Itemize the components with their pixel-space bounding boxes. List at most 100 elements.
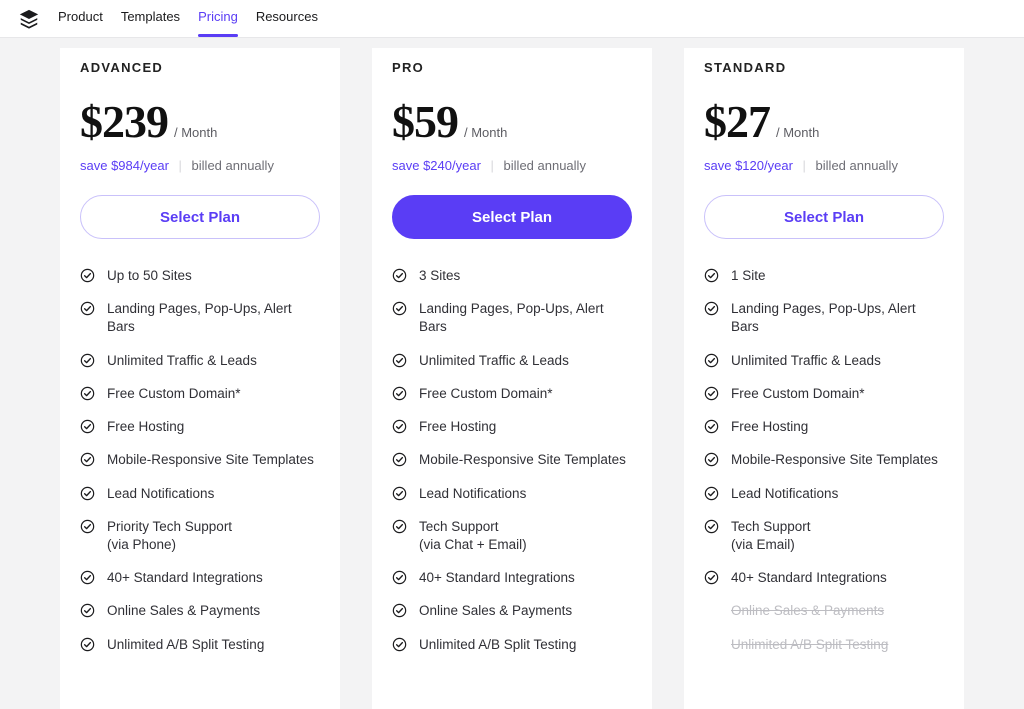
feature-item: 40+ Standard Integrations	[704, 569, 944, 587]
feature-item: Free Hosting	[80, 418, 320, 436]
feature-list: 3 Sites Landing Pages, Pop-Ups, Alert Ba…	[392, 267, 632, 654]
check-circle-icon	[392, 268, 407, 283]
feature-text: 40+ Standard Integrations	[731, 569, 887, 587]
check-circle-icon	[80, 353, 95, 368]
check-circle-icon	[80, 419, 95, 434]
logo-icon[interactable]	[18, 8, 40, 30]
feature-text: Landing Pages, Pop-Ups, Alert Bars	[419, 300, 632, 336]
check-circle-icon	[704, 452, 719, 467]
feature-text: Free Custom Domain*	[731, 385, 865, 403]
nav-product[interactable]: Product	[58, 9, 103, 28]
billing-note: billed annually	[192, 158, 274, 173]
save-amount: save $120/year	[704, 158, 793, 173]
feature-text: Tech Support(via Email)	[731, 518, 811, 554]
feature-item: Lead Notifications	[704, 485, 944, 503]
feature-item: Landing Pages, Pop-Ups, Alert Bars	[392, 300, 632, 336]
price-value: $27	[704, 95, 770, 148]
plan-title: PRO	[392, 60, 632, 75]
divider: |	[179, 158, 182, 173]
check-circle-icon	[80, 603, 95, 618]
feature-item: Mobile-Responsive Site Templates	[704, 451, 944, 469]
check-circle-icon	[392, 301, 407, 316]
nav-pricing[interactable]: Pricing	[198, 9, 238, 28]
check-circle-icon	[80, 637, 95, 652]
feature-text: Tech Support(via Chat + Email)	[419, 518, 527, 554]
price-value: $239	[80, 95, 168, 148]
save-amount: save $240/year	[392, 158, 481, 173]
feature-item: Unlimited Traffic & Leads	[80, 352, 320, 370]
feature-text: Free Hosting	[731, 418, 808, 436]
feature-item: Free Custom Domain*	[392, 385, 632, 403]
feature-text: 40+ Standard Integrations	[419, 569, 575, 587]
check-circle-icon	[392, 637, 407, 652]
feature-item: Landing Pages, Pop-Ups, Alert Bars	[80, 300, 320, 336]
billing-note: billed annually	[816, 158, 898, 173]
check-circle-icon	[392, 419, 407, 434]
feature-item: Free Hosting	[704, 418, 944, 436]
feature-text: Landing Pages, Pop-Ups, Alert Bars	[107, 300, 320, 336]
select-plan-button[interactable]: Select Plan	[80, 195, 320, 239]
feature-text: 40+ Standard Integrations	[107, 569, 263, 587]
check-circle-icon	[704, 386, 719, 401]
feature-text: Free Custom Domain*	[107, 385, 241, 403]
check-circle-icon	[80, 386, 95, 401]
feature-text: Unlimited A/B Split Testing	[107, 636, 264, 654]
feature-text: Mobile-Responsive Site Templates	[107, 451, 314, 469]
billing-note: billed annually	[504, 158, 586, 173]
nav-templates[interactable]: Templates	[121, 9, 180, 28]
select-plan-button[interactable]: Select Plan	[392, 195, 632, 239]
feature-item: Tech Support(via Chat + Email)	[392, 518, 632, 554]
feature-text: Lead Notifications	[419, 485, 526, 503]
save-amount: save $984/year	[80, 158, 169, 173]
feature-text: Unlimited Traffic & Leads	[419, 352, 569, 370]
feature-text: Priority Tech Support(via Phone)	[107, 518, 232, 554]
feature-item: Online Sales & Payments	[704, 602, 944, 620]
check-circle-icon	[80, 519, 95, 534]
feature-item: Unlimited A/B Split Testing	[704, 636, 944, 654]
check-circle-icon	[392, 603, 407, 618]
feature-text: Lead Notifications	[107, 485, 214, 503]
feature-item: 1 Site	[704, 267, 944, 285]
feature-text: Mobile-Responsive Site Templates	[731, 451, 938, 469]
plan-card-advanced: ADVANCED $239 / Month save $984/year | b…	[60, 48, 340, 709]
check-circle-icon	[80, 268, 95, 283]
feature-text: Lead Notifications	[731, 485, 838, 503]
check-circle-icon	[704, 486, 719, 501]
feature-list: Up to 50 Sites Landing Pages, Pop-Ups, A…	[80, 267, 320, 654]
feature-text: Free Hosting	[107, 418, 184, 436]
select-plan-button[interactable]: Select Plan	[704, 195, 944, 239]
check-circle-icon	[80, 452, 95, 467]
check-circle-icon	[392, 353, 407, 368]
check-circle-icon	[704, 353, 719, 368]
check-circle-icon	[704, 301, 719, 316]
feature-item: Online Sales & Payments	[80, 602, 320, 620]
check-circle-icon	[80, 301, 95, 316]
save-row: save $120/year | billed annually	[704, 158, 944, 173]
feature-item: Lead Notifications	[392, 485, 632, 503]
feature-item: Free Custom Domain*	[704, 385, 944, 403]
price-value: $59	[392, 95, 458, 148]
check-circle-icon	[392, 452, 407, 467]
feature-text: Online Sales & Payments	[419, 602, 572, 620]
check-circle-icon	[392, 386, 407, 401]
price-row: $59 / Month	[392, 95, 632, 148]
feature-item: Lead Notifications	[80, 485, 320, 503]
plan-title: STANDARD	[704, 60, 944, 75]
feature-item: 40+ Standard Integrations	[80, 569, 320, 587]
feature-item: Free Hosting	[392, 418, 632, 436]
check-circle-icon	[704, 570, 719, 585]
feature-text: Landing Pages, Pop-Ups, Alert Bars	[731, 300, 944, 336]
feature-item: Unlimited A/B Split Testing	[392, 636, 632, 654]
feature-text: Up to 50 Sites	[107, 267, 192, 285]
feature-item: Mobile-Responsive Site Templates	[392, 451, 632, 469]
check-circle-icon	[704, 519, 719, 534]
feature-item: Up to 50 Sites	[80, 267, 320, 285]
plan-title: ADVANCED	[80, 60, 320, 75]
nav-resources[interactable]: Resources	[256, 9, 318, 28]
feature-list: 1 Site Landing Pages, Pop-Ups, Alert Bar…	[704, 267, 944, 654]
feature-item: Unlimited A/B Split Testing	[80, 636, 320, 654]
feature-text: Unlimited Traffic & Leads	[107, 352, 257, 370]
plan-card-standard: STANDARD $27 / Month save $120/year | bi…	[684, 48, 964, 709]
feature-item: Landing Pages, Pop-Ups, Alert Bars	[704, 300, 944, 336]
check-circle-icon	[392, 519, 407, 534]
